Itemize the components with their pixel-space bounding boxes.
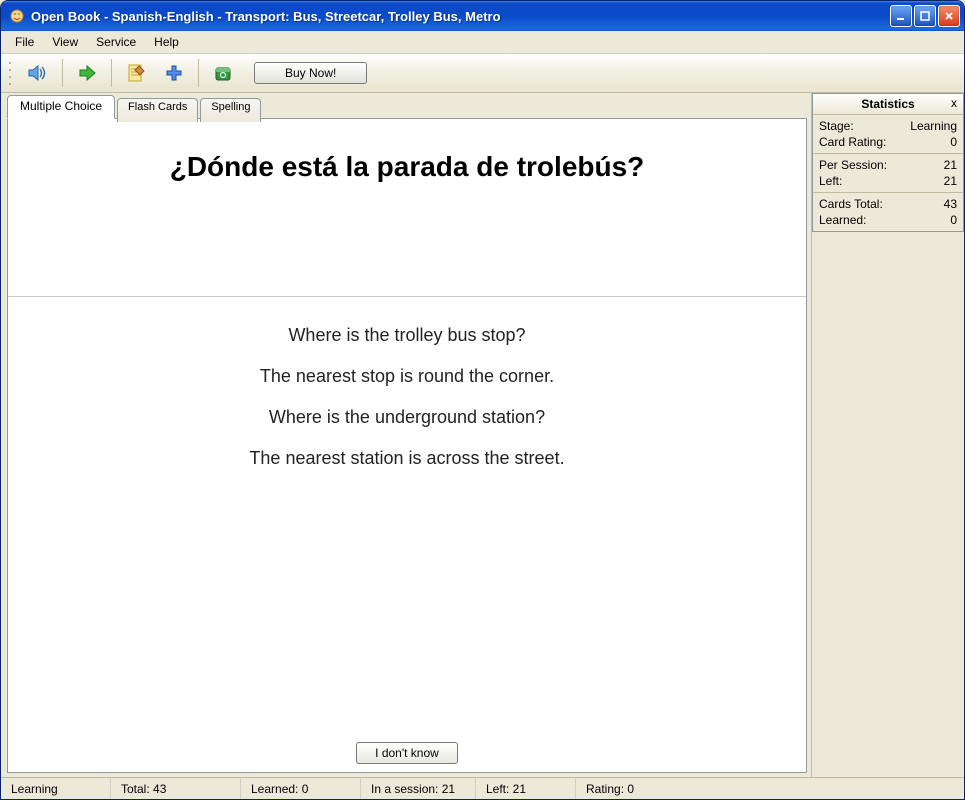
sidebar: Statistics x Stage: Learning Card Rating:… (811, 93, 964, 777)
close-button[interactable] (938, 5, 960, 27)
content-area: Multiple Choice Flash Cards Spelling ¿Dó… (1, 93, 964, 777)
answer-option[interactable]: Where is the trolley bus stop? (288, 325, 525, 346)
dont-know-button[interactable]: I don't know (356, 742, 458, 764)
statusbar: Learning Total: 43 Learned: 0 In a sessi… (1, 777, 964, 799)
question-area: ¿Dónde está la parada de trolebús? (8, 119, 806, 297)
stat-per-session-value: 21 (944, 158, 957, 172)
add-button[interactable] (157, 58, 191, 88)
status-in-session: In a session: 21 (361, 778, 476, 799)
notepad-icon (125, 62, 147, 84)
answers-list: Where is the trolley bus stop? The neare… (8, 297, 806, 497)
edit-button[interactable] (119, 58, 153, 88)
next-button[interactable] (70, 58, 104, 88)
answer-option[interactable]: Where is the underground station? (269, 407, 545, 428)
stat-learned-label: Learned: (819, 213, 866, 227)
arrow-right-icon (76, 62, 98, 84)
box-icon (212, 62, 234, 84)
sound-button[interactable] (21, 58, 55, 88)
menubar: File View Service Help (1, 31, 964, 54)
toolbar-separator (198, 59, 199, 87)
app-window: Open Book - Spanish-English - Transport:… (0, 0, 965, 800)
question-text: ¿Dónde está la parada de trolebús? (8, 119, 806, 193)
stat-card-rating-label: Card Rating: (819, 135, 886, 149)
status-total: Total: 43 (111, 778, 241, 799)
menu-file[interactable]: File (7, 33, 42, 51)
titlebar[interactable]: Open Book - Spanish-English - Transport:… (1, 1, 964, 31)
stat-cards-total-value: 43 (944, 197, 957, 211)
stat-left-label: Left: (819, 174, 842, 188)
tab-multiple-choice[interactable]: Multiple Choice (7, 95, 115, 119)
tab-spelling[interactable]: Spelling (200, 98, 261, 122)
maximize-button[interactable] (914, 5, 936, 27)
stat-card-rating-value: 0 (950, 135, 957, 149)
statistics-title: Statistics (861, 97, 914, 111)
toolbar-separator (62, 59, 63, 87)
toolbar: Buy Now! (1, 54, 964, 93)
answer-option[interactable]: The nearest station is across the street… (249, 448, 564, 469)
statistics-close-icon[interactable]: x (951, 96, 957, 110)
stat-learned-value: 0 (950, 213, 957, 227)
speaker-icon (26, 62, 50, 84)
menu-help[interactable]: Help (146, 33, 187, 51)
app-icon (9, 8, 25, 24)
status-mode: Learning (1, 778, 111, 799)
window-buttons (890, 5, 960, 27)
plus-icon (163, 62, 185, 84)
statistics-panel: Statistics x Stage: Learning Card Rating:… (812, 93, 964, 232)
buy-now-button[interactable]: Buy Now! (254, 62, 367, 84)
stat-cards-total-label: Cards Total: (819, 197, 883, 211)
stat-per-session-label: Per Session: (819, 158, 887, 172)
window-title: Open Book - Spanish-English - Transport:… (31, 9, 890, 24)
recycle-button[interactable] (206, 58, 240, 88)
stat-left-value: 21 (944, 174, 957, 188)
menu-service[interactable]: Service (88, 33, 144, 51)
stat-stage-value: Learning (910, 119, 957, 133)
tabs: Multiple Choice Flash Cards Spelling (7, 95, 807, 119)
minimize-button[interactable] (890, 5, 912, 27)
status-learned: Learned: 0 (241, 778, 361, 799)
toolbar-grip (7, 59, 13, 87)
dont-know-wrap: I don't know (8, 742, 806, 764)
statistics-header: Statistics x (813, 94, 963, 115)
tab-flash-cards[interactable]: Flash Cards (117, 98, 198, 122)
card-panel: ¿Dónde está la parada de trolebús? Where… (7, 118, 807, 773)
stat-stage-label: Stage: (819, 119, 854, 133)
status-left: Left: 21 (476, 778, 576, 799)
menu-view[interactable]: View (44, 33, 86, 51)
main-panel: Multiple Choice Flash Cards Spelling ¿Dó… (1, 93, 811, 777)
answer-option[interactable]: The nearest stop is round the corner. (260, 366, 554, 387)
toolbar-separator (111, 59, 112, 87)
status-rating: Rating: 0 (576, 778, 964, 799)
